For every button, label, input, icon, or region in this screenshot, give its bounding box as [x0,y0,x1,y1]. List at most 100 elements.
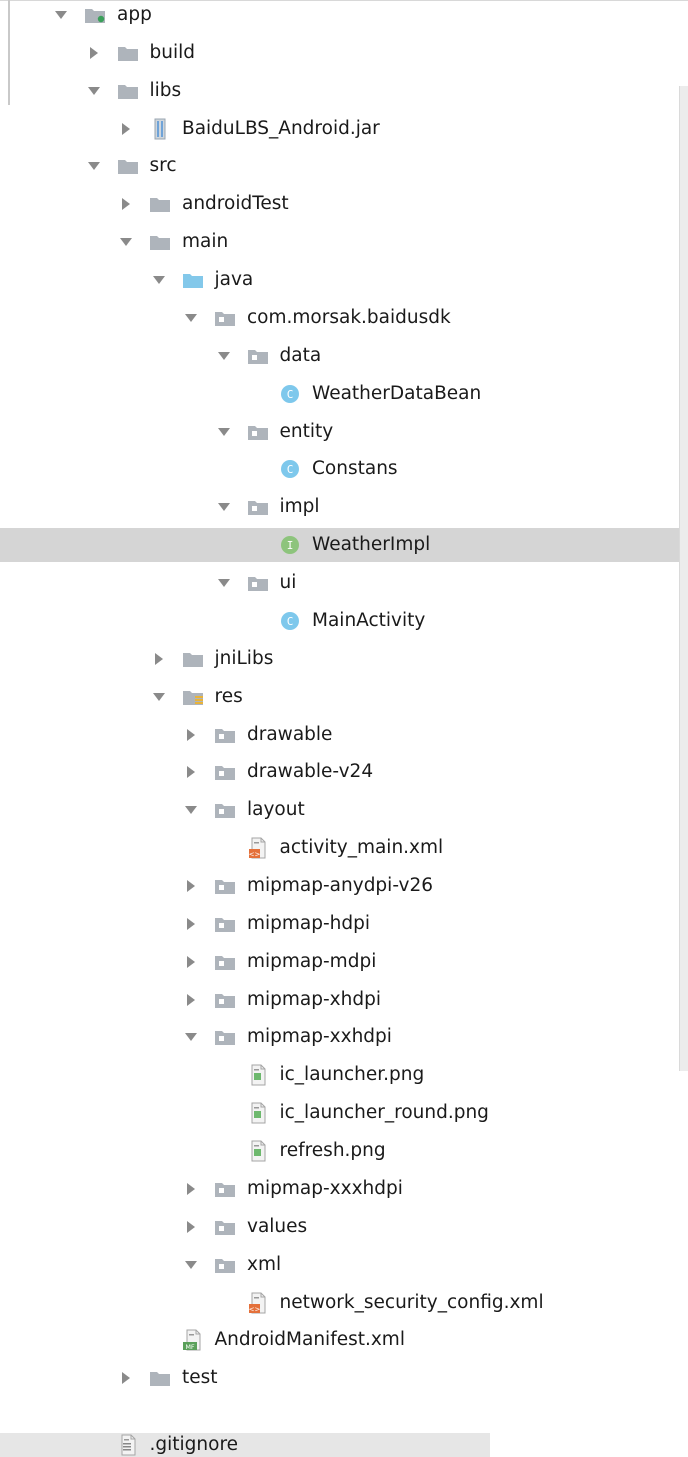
chevron-right-icon[interactable] [150,650,168,668]
package-icon [247,421,269,443]
tree-item-label: AndroidManifest.xml [214,1329,405,1351]
tree-item-drawable[interactable]: drawable [0,718,688,752]
tree-item-mipmap-xhdpi[interactable]: mipmap-xhdpi [0,983,688,1017]
tree-item-mipmap-xxxhdpi[interactable]: mipmap-xxxhdpi [0,1172,688,1206]
chevron-right-icon[interactable] [182,726,200,744]
tree-item-activity-main-xml[interactable]: <> activity_main.xml [0,831,688,865]
resources-folder-icon [182,686,204,708]
folder-icon [149,231,171,253]
chevron-right-icon[interactable] [182,763,200,781]
tree-item-mipmap-xxhdpi[interactable]: mipmap-xxhdpi [0,1020,688,1054]
tree-item-mainactivity[interactable]: C MainActivity [0,604,688,638]
chevron-right-icon[interactable] [182,915,200,933]
package-icon [214,1026,236,1048]
tree-item-gitignore[interactable]: .gitignore [0,1433,490,1457]
package-icon [214,1216,236,1238]
tree-item-data[interactable]: data [0,339,688,373]
tree-item-app[interactable]: app [0,0,688,32]
tree-item-label: impl [279,496,320,518]
tree-item-libs[interactable]: libs [0,74,688,108]
folder-icon [117,155,139,177]
chevron-right-icon[interactable] [182,953,200,971]
tree-item-xml[interactable]: xml [0,1248,688,1282]
tree-item-label: drawable-v24 [247,761,374,783]
tree-item-test[interactable]: test [0,1361,688,1395]
package-icon [214,307,236,329]
tree-item-ui[interactable]: ui [0,566,688,600]
tree-item-src[interactable]: src [0,149,688,183]
chevron-right-icon[interactable] [117,1369,135,1387]
tree-item-main[interactable]: main [0,225,688,259]
chevron-right-icon[interactable] [182,1218,200,1236]
tree-item-label: WeatherDataBean [312,382,482,404]
tree-item-values[interactable]: values [0,1210,688,1244]
chevron-down-icon[interactable] [215,574,233,592]
folder-icon [149,193,171,215]
tree-item-label: java [214,269,254,291]
tree-item-label: values [247,1215,308,1237]
tree-item-label: ic_launcher.png [279,1064,425,1086]
chevron-right-icon[interactable] [117,120,135,138]
xml-file-icon: <> [247,837,269,859]
chevron-down-icon[interactable] [85,82,103,100]
tree-item-build[interactable]: build [0,36,688,70]
tree-item-jnilibs[interactable]: jniLibs [0,642,688,676]
chevron-down-icon[interactable] [150,688,168,706]
tree-item-com-morsak-baidusdk[interactable]: com.morsak.baidusdk [0,301,688,335]
svg-text:C: C [287,388,294,401]
tree-item-java[interactable]: java [0,263,688,297]
tree-item-constans[interactable]: C Constans [0,452,688,486]
tree-item-weatherimpl[interactable]: I WeatherImpl [0,528,688,563]
class-icon: C [279,610,301,632]
chevron-down-icon[interactable] [150,271,168,289]
tree-item-network-security-config-xml[interactable]: <> network_security_config.xml [0,1286,688,1320]
tree-item-label: data [279,344,322,366]
chevron-right-icon[interactable] [117,195,135,213]
tree-item-mipmap-mdpi[interactable]: mipmap-mdpi [0,945,688,979]
chevron-down-icon[interactable] [182,1256,200,1274]
tree-item-drawable-v24[interactable]: drawable-v24 [0,755,688,789]
tree-item-res[interactable]: res [0,680,688,714]
chevron-right-icon[interactable] [182,1180,200,1198]
package-icon [214,875,236,897]
tree-item-refresh-png[interactable]: refresh.png [0,1134,688,1168]
chevron-down-icon[interactable] [117,233,135,251]
tree-item-mipmap-hdpi[interactable]: mipmap-hdpi [0,907,688,941]
tree-item-entity[interactable]: entity [0,415,688,449]
tree-item-androidtest[interactable]: androidTest [0,187,688,221]
tree-item-ic-launcher-png[interactable]: ic_launcher.png [0,1058,688,1092]
tree-item-baidulbs-android-jar[interactable]: BaiduLBS_Android.jar [0,112,688,146]
tree-item-impl[interactable]: impl [0,490,688,524]
class-icon: C [279,458,301,480]
chevron-right-icon[interactable] [85,44,103,62]
folder-icon [117,42,139,64]
tree-item-weatherdatabean[interactable]: C WeatherDataBean [0,377,688,411]
package-icon [214,724,236,746]
project-tree-panel: app build libs BaiduLBS_Android.jar src … [0,0,688,1457]
tree-item-label: src [149,155,177,177]
tree-item-label: mipmap-hdpi [247,912,371,934]
chevron-down-icon[interactable] [182,801,200,819]
chevron-right-icon[interactable] [182,991,200,1009]
tree-item-label: refresh.png [279,1140,386,1162]
chevron-down-icon[interactable] [85,157,103,175]
chevron-down-icon[interactable] [215,347,233,365]
vertical-scrollbar[interactable] [679,86,688,1071]
tree-item-ic-launcher-round-png[interactable]: ic_launcher_round.png [0,1096,688,1130]
chevron-right-icon[interactable] [182,877,200,895]
tree-item-label: build [149,41,196,63]
tree-item-label: res [214,685,243,707]
tree-item-mipmap-anydpi-v26[interactable]: mipmap-anydpi-v26 [0,869,688,903]
folder-icon [182,648,204,670]
chevron-down-icon[interactable] [215,498,233,516]
chevron-down-icon[interactable] [182,1028,200,1046]
chevron-down-icon[interactable] [182,309,200,327]
tree-item-label: layout [247,799,305,821]
chevron-down-icon[interactable] [52,6,70,24]
chevron-down-icon[interactable] [215,423,233,441]
tree-item-androidmanifest-xml[interactable]: MF AndroidManifest.xml [0,1323,688,1357]
tree-item-label: entity [279,420,334,442]
tree-item-label: libs [149,79,182,101]
tree-item-layout[interactable]: layout [0,793,688,827]
source-folder-icon [182,269,204,291]
